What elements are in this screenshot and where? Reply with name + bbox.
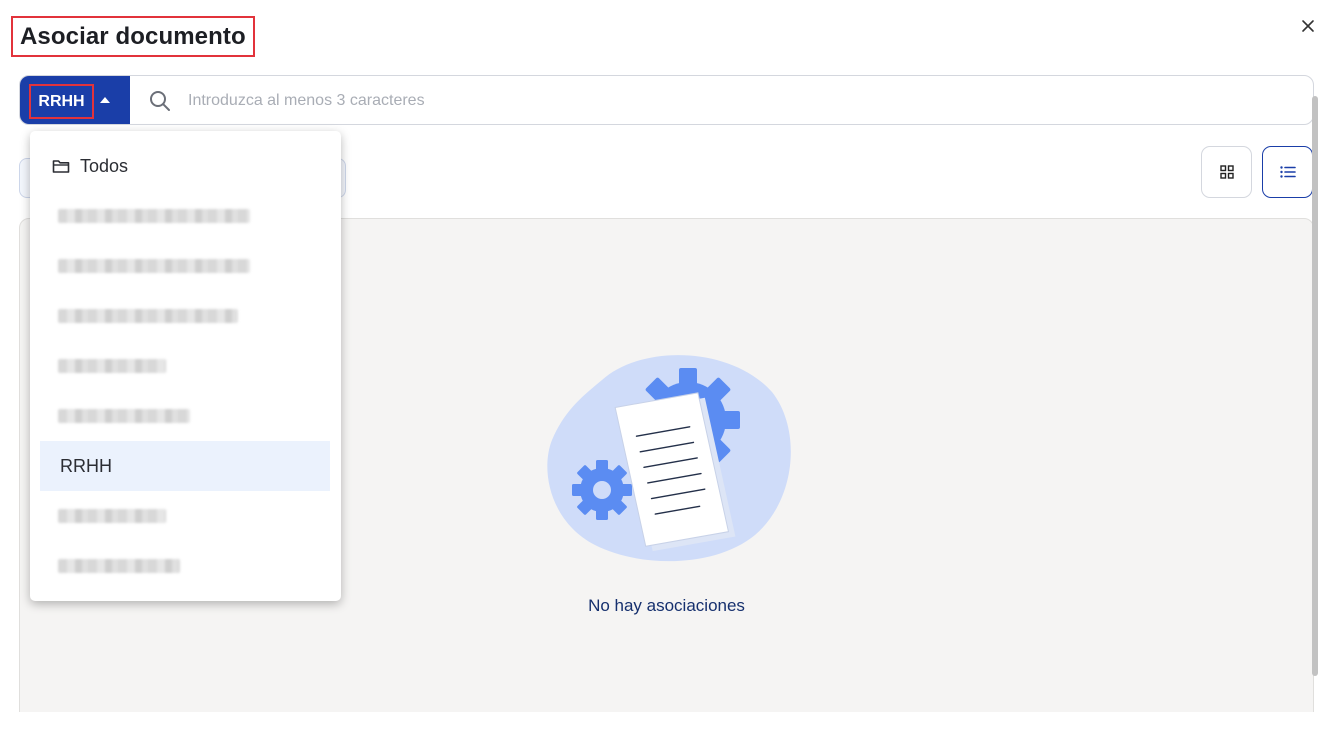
dropdown-item[interactable] <box>40 191 330 241</box>
category-dropdown-menu: Todos RRHH <box>30 131 341 601</box>
dropdown-item[interactable] <box>40 241 330 291</box>
redacted-label <box>58 209 250 223</box>
dropdown-item-label: RRHH <box>60 455 112 476</box>
grid-view-icon <box>1219 165 1234 179</box>
category-label: RRHH <box>38 92 85 110</box>
dialog-bottom <box>0 712 1333 742</box>
dropdown-item[interactable] <box>40 391 330 441</box>
empty-state-text: No hay asociaciones <box>588 596 745 615</box>
title-highlight: Asociar documento <box>11 16 255 57</box>
redacted-label <box>58 309 238 323</box>
grid-view-button[interactable] <box>1201 146 1252 198</box>
search-icon <box>150 91 170 111</box>
dropdown-item-label: Todos <box>80 155 129 176</box>
redacted-label <box>58 259 250 273</box>
redacted-label <box>58 359 166 373</box>
search-bar: RRHH <box>19 75 1314 125</box>
dropdown-item[interactable] <box>40 341 330 391</box>
close-button[interactable] <box>1296 14 1320 38</box>
folder-icon <box>52 160 70 173</box>
dropdown-item[interactable] <box>40 541 330 591</box>
close-icon <box>1302 20 1314 32</box>
caret-up-icon <box>100 97 110 103</box>
scrollbar[interactable] <box>1312 96 1318 676</box>
dropdown-item-rrhh[interactable]: RRHH <box>40 441 330 491</box>
search-input[interactable] <box>188 86 1288 116</box>
dropdown-item[interactable] <box>40 291 330 341</box>
category-dropdown-button[interactable]: RRHH <box>20 76 130 124</box>
redacted-label <box>58 559 180 573</box>
dialog-title: Asociar documento <box>20 22 246 50</box>
dropdown-item-todos[interactable]: Todos <box>40 141 330 191</box>
category-label-highlight: RRHH <box>29 84 94 119</box>
redacted-label <box>58 509 166 523</box>
list-view-button[interactable] <box>1262 146 1313 198</box>
dropdown-item[interactable] <box>40 491 330 541</box>
redacted-label <box>58 409 190 423</box>
document-gears-illustration <box>547 355 791 562</box>
list-view-icon <box>1279 166 1296 178</box>
